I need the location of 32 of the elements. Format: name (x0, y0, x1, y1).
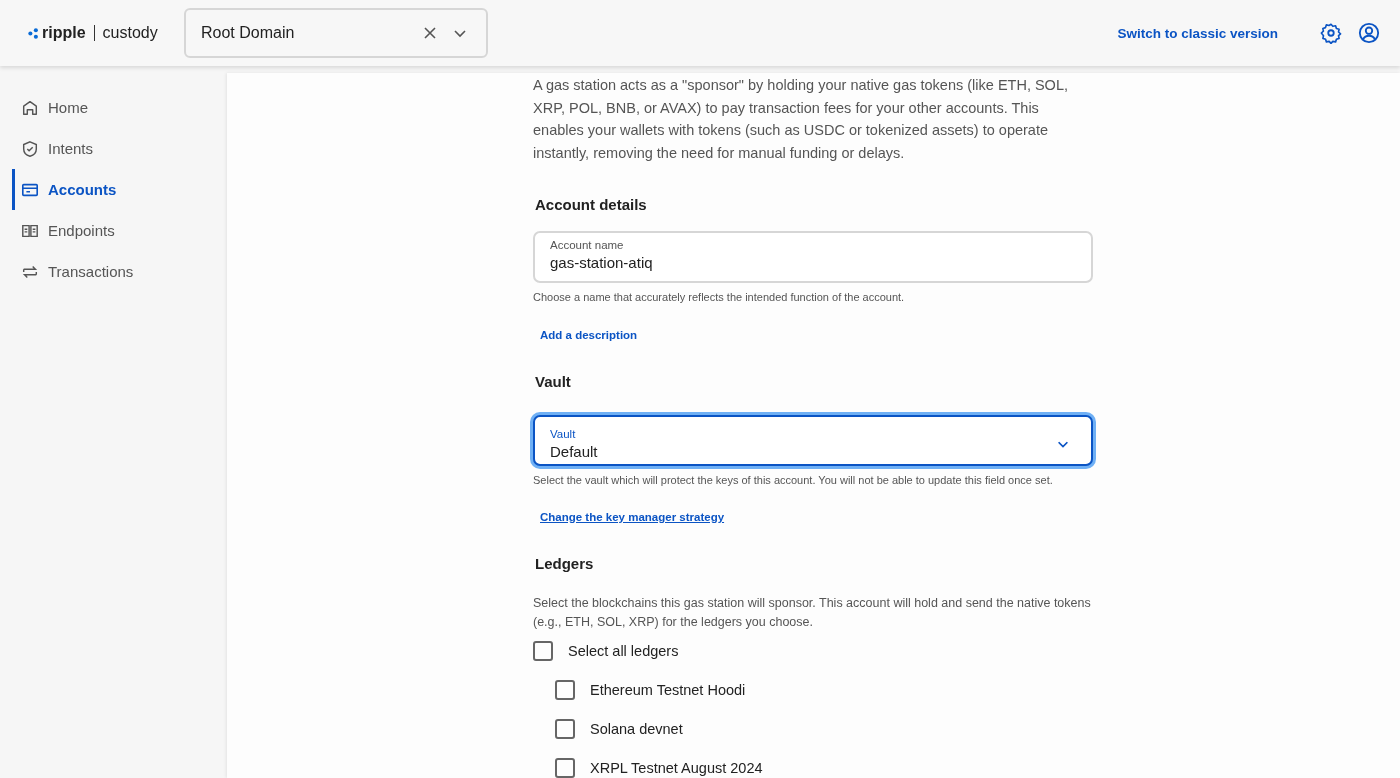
add-description-link[interactable]: Add a description (540, 329, 638, 341)
domain-select[interactable]: Root Domain (184, 8, 488, 58)
nav-item[interactable]: Intents (12, 128, 227, 169)
nav-item[interactable]: Transactions (12, 251, 227, 292)
checkbox-label: XRPL Testnet August 2024 (590, 760, 763, 776)
logo: ripple custody (28, 24, 184, 42)
helper-text: Choose a name that accurately reflects the intended function of the account. (533, 291, 905, 303)
section-heading: Ledgers (535, 555, 594, 572)
intro-paragraph: A gas station acts as a "sponsor" by holding your native gas tokens (like ETH, SOL, XRP, POL, BNB, or AVAX) to pay transaction fees for your other accounts. This enables your wallets with tokens (such as USDC or tokenized assets) to operate instantly, removing the need for manual funding or delays. (533, 76, 1069, 163)
ledgers-description: Select the blockchains this gas station will sponsor. This account will hold and send the native tokens (e.g., ETH, SOL, XRP) for the ledgers you choose. (533, 595, 1092, 631)
nav-item[interactable]: Endpoints (12, 210, 227, 251)
checkbox-label: Ethereum Testnet Hoodi (590, 682, 746, 698)
shield-icon (21, 139, 39, 158)
checkbox[interactable] (533, 641, 553, 661)
section-heading: Account details (535, 196, 647, 213)
section-heading: Vault (535, 373, 571, 390)
checkbox-label: Select all ledgers (568, 643, 679, 659)
nav-item[interactable]: Home (12, 87, 227, 128)
checkbox[interactable] (555, 680, 575, 700)
close-icon[interactable] (422, 25, 438, 41)
classic-version-link[interactable]: Switch to classic version (1117, 25, 1278, 41)
checkbox-label: Solana devnet (590, 721, 683, 737)
settings-icon[interactable] (1320, 22, 1342, 44)
user-icon[interactable] (1358, 22, 1380, 44)
checkbox[interactable] (555, 719, 575, 739)
vault-select[interactable]: Vault Default (533, 415, 1093, 466)
checkbox[interactable] (555, 758, 575, 778)
logo-icon (28, 27, 39, 39)
account-name-field[interactable]: Account name gas-station-atiq (533, 231, 1093, 283)
key-strategy-link[interactable]: Change the key manager strategy (540, 511, 725, 523)
helper-text: Select the vault which will protect the keys of this account. You will not be able to update this field once set. (533, 474, 1053, 486)
home-icon (21, 98, 39, 117)
